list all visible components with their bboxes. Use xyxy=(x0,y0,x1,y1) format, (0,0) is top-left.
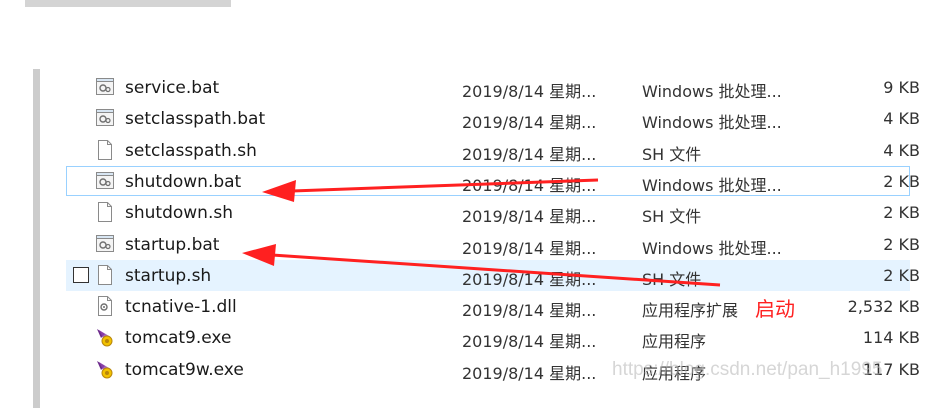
blank-file-icon xyxy=(95,201,115,223)
file-row[interactable]: setclasspath.bat 2019/8/14 星期... Windows 批… xyxy=(0,104,928,135)
batch-file-icon xyxy=(95,170,115,192)
file-type: 应用程序扩展 xyxy=(642,301,739,321)
file-size: 4 KB xyxy=(883,140,920,160)
file-type: 应用程序 xyxy=(642,332,707,352)
file-size: 2,532 KB xyxy=(847,297,920,317)
file-date: 2019/8/14 星期... xyxy=(462,113,597,133)
file-size: 2 KB xyxy=(883,234,920,254)
file-size: 2 KB xyxy=(883,203,920,223)
file-date: 2019/8/14 星期... xyxy=(462,301,597,321)
file-date: 2019/8/14 星期... xyxy=(462,175,597,195)
file-row[interactable]: tomcat9.exe 2019/8/14 星期... 应用程序 114 KB xyxy=(0,323,928,354)
file-date: 2019/8/14 星期... xyxy=(462,332,597,352)
top-toolbar-strip xyxy=(25,0,231,7)
file-name: setclasspath.bat xyxy=(125,109,266,130)
file-row[interactable]: shutdown.bat 2019/8/14 星期... Windows 批处理..… xyxy=(0,165,928,198)
file-size: 2 KB xyxy=(883,171,920,191)
file-name: service.bat xyxy=(125,78,220,98)
blank-file-icon xyxy=(95,139,115,161)
file-date: 2019/8/14 星期... xyxy=(462,144,597,164)
file-row[interactable]: service.bat 2019/8/14 星期... Windows 批处理...… xyxy=(0,73,928,104)
file-date: 2019/8/14 星期... xyxy=(462,207,597,227)
batch-file-icon xyxy=(95,76,115,98)
file-row[interactable]: setclasspath.sh 2019/8/14 星期... SH 文件 4 KB xyxy=(0,136,928,167)
file-name: shutdown.bat xyxy=(125,171,242,192)
blank-file-icon xyxy=(95,264,115,286)
file-name: setclasspath.sh xyxy=(125,140,257,161)
file-type: Windows 批处理... xyxy=(642,82,782,101)
file-size: 9 KB xyxy=(883,78,920,97)
dll-file-icon xyxy=(95,295,115,317)
file-row[interactable]: startup.sh 2019/8/14 星期... SH 文件 2 KB xyxy=(0,259,928,292)
row-checkbox[interactable] xyxy=(73,266,89,283)
file-name: tomcat9w.exe xyxy=(125,359,244,380)
file-row[interactable]: shutdown.sh 2019/8/14 星期... SH 文件 2 KB xyxy=(0,198,928,229)
file-name: startup.bat xyxy=(125,234,220,255)
file-size: 114 KB xyxy=(862,328,920,348)
file-name: tcnative-1.dll xyxy=(125,297,237,318)
tomcat-exe-icon xyxy=(95,358,115,380)
file-name: startup.sh xyxy=(125,265,212,286)
watermark: https://blog.csdn.net/pan_h1995 xyxy=(612,359,883,380)
file-name: shutdown.sh xyxy=(125,203,233,224)
batch-file-icon xyxy=(95,107,115,129)
file-type: SH 文件 xyxy=(642,144,702,164)
file-date: 2019/8/14 星期... xyxy=(462,82,597,101)
file-size: 4 KB xyxy=(883,109,920,129)
file-size: 2 KB xyxy=(883,265,920,285)
file-type: SH 文件 xyxy=(642,269,702,289)
annotation-label: 启动 xyxy=(755,297,795,321)
file-type: Windows 批处理... xyxy=(642,113,782,133)
file-date: 2019/8/14 星期... xyxy=(462,269,597,289)
file-name: tomcat9.exe xyxy=(125,328,232,349)
file-type: Windows 批处理... xyxy=(642,238,782,258)
batch-file-icon xyxy=(95,233,115,255)
tomcat-exe-icon xyxy=(95,326,115,348)
file-date: 2019/8/14 星期... xyxy=(462,363,597,383)
file-date: 2019/8/14 星期... xyxy=(462,238,597,258)
file-type: SH 文件 xyxy=(642,207,702,227)
file-row[interactable]: startup.bat 2019/8/14 星期... Windows 批处理...… xyxy=(0,230,928,261)
file-type: Windows 批处理... xyxy=(642,175,782,195)
